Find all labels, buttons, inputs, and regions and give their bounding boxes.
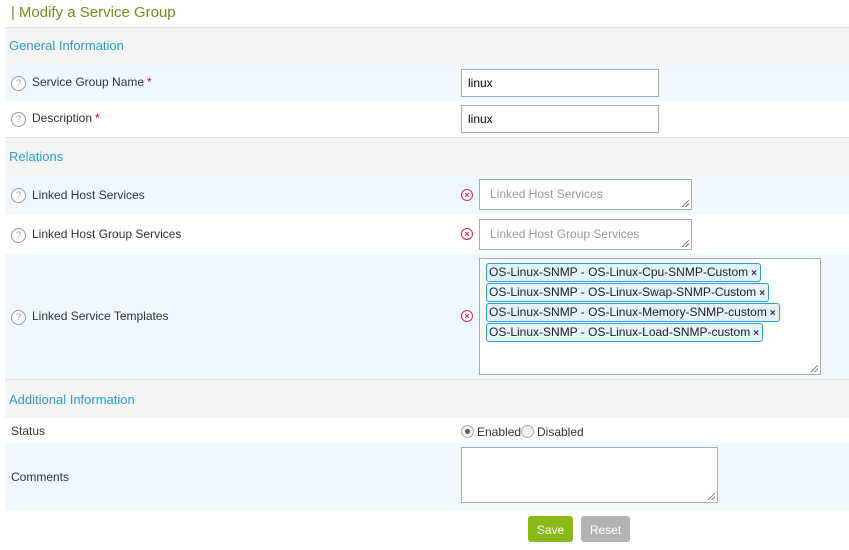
resize-handle[interactable] <box>682 240 689 247</box>
template-chip[interactable]: OS-Linux-SNMP - OS-Linux-Memory-SNMP-cus… <box>486 303 780 322</box>
service-group-name-row: ? Service Group Name * linux <box>5 65 849 101</box>
resize-handle[interactable] <box>811 365 818 372</box>
reset-button[interactable]: Reset <box>581 516 630 542</box>
clear-icon[interactable]: × <box>461 189 473 201</box>
comments-row: Comments <box>5 443 849 510</box>
chip-remove-icon[interactable]: × <box>770 308 776 319</box>
linked-host-services-row: ? Linked Host Services × Linked Host Ser… <box>5 175 849 214</box>
linked-service-templates-select[interactable]: OS-Linux-SNMP - OS-Linux-Cpu-SNMP-Custom… <box>479 258 821 375</box>
linked-host-services-placeholder: Linked Host Services <box>490 187 603 201</box>
status-enabled-radio[interactable] <box>461 425 474 438</box>
linked-host-group-services-placeholder: Linked Host Group Services <box>490 227 640 241</box>
chip-remove-icon[interactable]: × <box>759 288 765 299</box>
linked-host-group-services-select[interactable]: Linked Host Group Services <box>479 219 692 250</box>
linked-host-services-label: Linked Host Services <box>32 188 145 202</box>
service-group-name-label: Service Group Name * <box>32 75 152 89</box>
template-chip[interactable]: OS-Linux-SNMP - OS-Linux-Load-SNMP-custo… <box>486 323 764 342</box>
resize-handle[interactable] <box>682 200 689 207</box>
section-relations: Relations <box>5 137 849 176</box>
section-relations-title: Relations <box>9 149 64 164</box>
clear-icon[interactable]: × <box>461 228 473 240</box>
status-disabled-radio[interactable] <box>521 425 534 438</box>
resize-handle[interactable] <box>708 493 715 500</box>
service-group-name-input[interactable]: linux <box>461 69 659 97</box>
status-enabled-label[interactable]: Enabled <box>477 425 521 439</box>
help-icon[interactable]: ? <box>11 76 26 91</box>
linked-host-group-services-row: ? Linked Host Group Services × Linked Ho… <box>5 214 849 254</box>
chip-remove-icon[interactable]: × <box>751 268 757 279</box>
clear-icon[interactable]: × <box>461 310 473 322</box>
section-general-information: General Information <box>5 27 849 66</box>
section-additional-title: Additional Information <box>9 392 135 407</box>
description-input[interactable]: linux <box>461 105 659 133</box>
description-label: Description * <box>32 111 100 125</box>
description-row: ? Description * linux <box>5 101 849 137</box>
save-button[interactable]: Save <box>528 516 573 542</box>
linked-host-services-select[interactable]: Linked Host Services <box>479 179 692 210</box>
status-row: Status Enabled Disabled <box>5 418 849 443</box>
page-title: | Modify a Service Group <box>11 4 176 21</box>
template-chip[interactable]: OS-Linux-SNMP - OS-Linux-Swap-SNMP-Custo… <box>486 283 770 302</box>
section-additional-information: Additional Information <box>5 379 849 419</box>
help-icon[interactable]: ? <box>11 310 26 325</box>
help-icon[interactable]: ? <box>11 112 26 127</box>
linked-service-templates-row: ? Linked Service Templates × OS-Linux-SN… <box>5 254 849 379</box>
comments-label: Comments <box>11 470 70 484</box>
section-general-title: General Information <box>9 38 124 53</box>
page-title-text: Modify a Service Group <box>18 4 176 21</box>
chip-remove-icon[interactable]: × <box>753 328 759 339</box>
comments-textarea[interactable] <box>461 447 718 503</box>
status-label: Status <box>11 424 46 438</box>
status-disabled-label[interactable]: Disabled <box>537 425 584 439</box>
help-icon[interactable]: ? <box>11 228 26 243</box>
linked-host-group-services-label: Linked Host Group Services <box>32 227 182 241</box>
linked-service-templates-label: Linked Service Templates <box>32 309 169 323</box>
template-chip[interactable]: OS-Linux-SNMP - OS-Linux-Cpu-SNMP-Custom… <box>486 263 762 282</box>
help-icon[interactable]: ? <box>11 188 26 203</box>
